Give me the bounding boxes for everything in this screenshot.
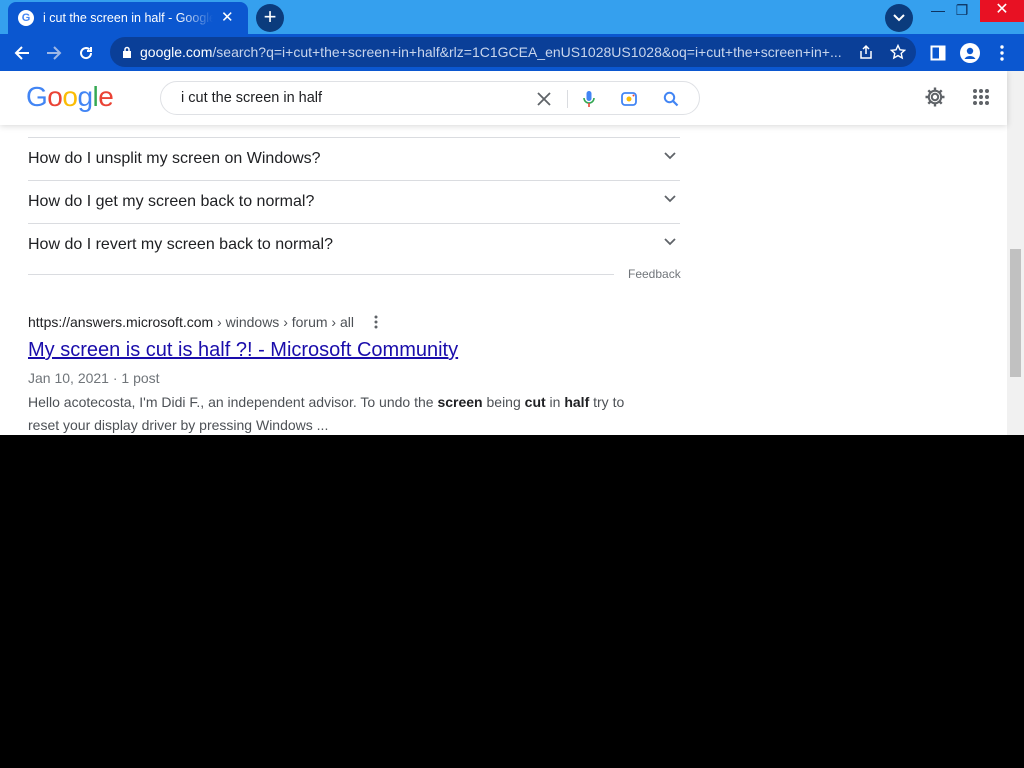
logo-letter: e xyxy=(98,81,114,112)
reload-button[interactable] xyxy=(72,39,100,67)
search-input[interactable]: i cut the screen in half xyxy=(181,90,322,106)
url-text: google.com/search?q=i+cut+the+screen+in+… xyxy=(140,44,842,60)
page-content: Google i cut the screen in half How do I… xyxy=(0,71,1024,435)
profile-button[interactable] xyxy=(956,39,984,67)
lock-icon xyxy=(123,46,131,58)
chevron-down-icon xyxy=(664,152,676,160)
scrollbar[interactable] xyxy=(1007,71,1024,435)
apps-grid-icon[interactable] xyxy=(972,88,990,106)
result-url[interactable]: https://answers.microsoft.com › windows … xyxy=(28,314,354,330)
divider xyxy=(28,274,614,275)
tab-strip: G i cut the screen in half - Google Sear… xyxy=(0,0,1024,34)
side-panel-icon xyxy=(930,45,946,61)
result-snippet: Hello acotecosta, I'm Didi F., an indepe… xyxy=(28,391,648,435)
camera-lens-icon[interactable] xyxy=(620,90,638,108)
browser-tab[interactable]: G i cut the screen in half - Google Sear… xyxy=(8,2,248,34)
arrow-left-icon xyxy=(14,46,29,60)
browser-toolbar: google.com/search?q=i+cut+the+screen+in+… xyxy=(0,34,1024,71)
scrollbar-thumb[interactable] xyxy=(1010,249,1021,377)
reload-icon xyxy=(80,47,93,60)
window-close-button[interactable]: ✕ xyxy=(980,0,1024,22)
logo-letter: G xyxy=(26,81,48,112)
chevron-down-icon xyxy=(893,14,905,22)
microphone-icon[interactable] xyxy=(582,90,596,108)
result-meta: Jan 10, 2021 · 1 post xyxy=(28,370,160,386)
related-question-row[interactable]: How do I revert my screen back to normal… xyxy=(28,223,680,266)
snippet-text: Hello acotecosta, I'm Didi F., an indepe… xyxy=(28,394,438,410)
feedback-link[interactable]: Feedback xyxy=(628,267,681,281)
snippet-text: being xyxy=(482,394,525,410)
search-divider xyxy=(567,90,568,108)
back-button[interactable] xyxy=(8,39,36,67)
google-header: Google i cut the screen in half xyxy=(0,71,1007,125)
kebab-menu-icon xyxy=(1000,45,1004,61)
clear-search-icon[interactable] xyxy=(537,92,551,106)
snippet-keyword: cut xyxy=(524,394,546,410)
restore-button[interactable]: ❐ xyxy=(944,0,980,22)
related-question-text: How do I get my screen back to normal? xyxy=(28,193,315,210)
tab-title: i cut the screen in half - Google Search xyxy=(43,11,213,25)
chrome-menu-button[interactable] xyxy=(988,39,1016,67)
tab-search-button[interactable] xyxy=(885,4,913,32)
chevron-down-icon xyxy=(664,238,676,246)
chevron-down-icon xyxy=(664,195,676,203)
result-options-icon[interactable] xyxy=(374,315,378,329)
side-panel-button[interactable] xyxy=(924,39,952,67)
result-title-link[interactable]: My screen is cut is half ?! - Microsoft … xyxy=(28,339,458,362)
snippet-keyword: half xyxy=(564,394,590,410)
new-tab-button[interactable]: + xyxy=(256,4,284,32)
related-question-row[interactable]: How do I unsplit my screen on Windows? xyxy=(28,137,680,180)
search-box[interactable]: i cut the screen in half xyxy=(160,81,700,115)
snippet-keyword: screen xyxy=(437,394,483,410)
logo-letter: o xyxy=(62,81,78,112)
related-question-text: How do I revert my screen back to normal… xyxy=(28,236,334,253)
settings-gear-icon[interactable] xyxy=(924,86,946,108)
related-question-text: How do I unsplit my screen on Windows? xyxy=(28,150,321,167)
tab-close-icon[interactable]: ✕ xyxy=(221,10,234,26)
logo-letter: g xyxy=(77,81,93,112)
arrow-right-icon xyxy=(47,46,62,60)
logo-letter: o xyxy=(47,81,63,112)
google-favicon-icon: G xyxy=(18,10,34,26)
google-logo[interactable]: Google xyxy=(26,81,114,113)
profile-icon xyxy=(960,43,980,63)
address-bar[interactable]: google.com/search?q=i+cut+the+screen+in+… xyxy=(110,37,916,67)
star-icon[interactable] xyxy=(890,44,906,60)
snippet-text: in xyxy=(545,394,565,410)
related-question-row[interactable]: How do I get my screen back to normal? xyxy=(28,180,680,223)
search-icon[interactable] xyxy=(663,91,679,107)
share-icon[interactable] xyxy=(858,44,874,60)
forward-button[interactable] xyxy=(40,39,68,67)
